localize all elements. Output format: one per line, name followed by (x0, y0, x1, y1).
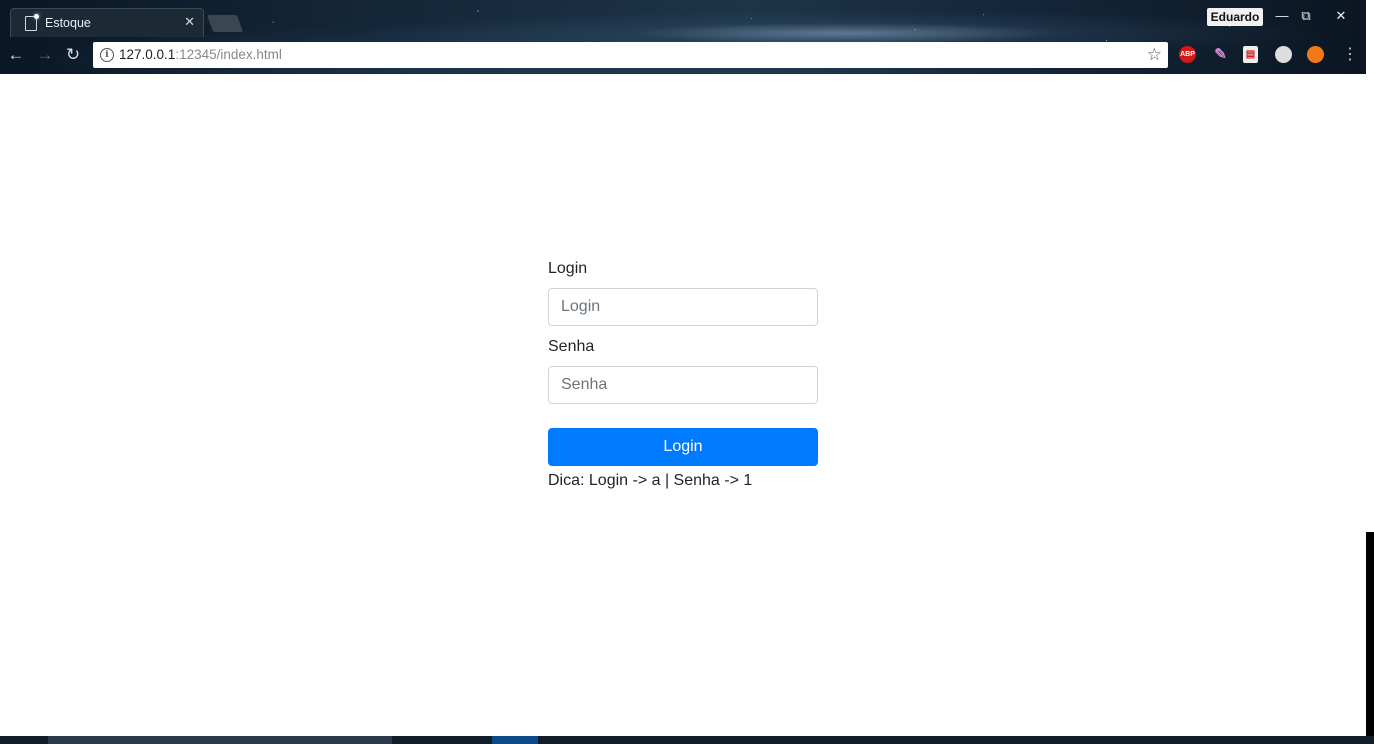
browser-menu-icon[interactable]: ⋮ (1342, 45, 1358, 65)
login-form: Login Senha Login Dica: Login -> a | Sen… (548, 258, 818, 492)
forward-icon[interactable]: → (35, 45, 55, 65)
tab-estoque[interactable]: Estoque ✕ (10, 8, 204, 37)
login-label: Login (548, 260, 588, 277)
restore-icon[interactable]: ⧉ (1297, 6, 1315, 26)
right-edge-dark (1366, 532, 1374, 744)
url-host: 127.0.0.1 (119, 47, 176, 62)
login-hint: Dica: Login -> a | Senha -> 1 (548, 472, 753, 489)
document-extension-icon[interactable]: ▤ (1243, 46, 1258, 63)
browser-chrome: Estoque ✕ Eduardo — ⧉ ✕ ← → ↻ i 127.0.0.… (0, 0, 1366, 74)
password-input[interactable] (548, 366, 818, 404)
url-path: :12345/index.html (175, 47, 282, 62)
page-content: Login Senha Login Dica: Login -> a | Sen… (0, 74, 1366, 736)
back-icon[interactable]: ← (6, 45, 26, 65)
tab-close-icon[interactable]: ✕ (184, 14, 195, 30)
reload-icon[interactable]: ↻ (63, 45, 83, 65)
window-close-icon[interactable]: ✕ (1323, 6, 1359, 26)
login-button[interactable]: Login (548, 428, 818, 466)
adblock-icon[interactable]: ABP (1179, 46, 1196, 63)
profile-button[interactable]: Eduardo (1207, 8, 1263, 26)
tab-title: Estoque (45, 16, 91, 30)
orange-extension-icon[interactable] (1307, 46, 1324, 63)
minimize-icon[interactable]: — (1273, 6, 1291, 26)
login-input[interactable] (548, 288, 818, 326)
new-tab-button[interactable] (206, 15, 244, 32)
address-bar[interactable]: i 127.0.0.1:12345/index.html ☆ (93, 42, 1168, 68)
password-label: Senha (548, 338, 595, 355)
url-text[interactable]: 127.0.0.1:12345/index.html (119, 47, 282, 62)
page-favicon-icon (25, 14, 39, 31)
taskbar-item[interactable] (48, 736, 392, 744)
site-info-icon[interactable]: i (100, 48, 114, 62)
gray-extension-icon[interactable] (1275, 46, 1292, 63)
browser-toolbar: ← → ↻ i 127.0.0.1:12345/index.html ☆ ABP… (0, 36, 1366, 74)
taskbar-item-active[interactable] (492, 736, 538, 744)
pen-extension-icon[interactable]: ✎ (1212, 46, 1229, 63)
bookmark-star-icon[interactable]: ☆ (1147, 45, 1162, 65)
